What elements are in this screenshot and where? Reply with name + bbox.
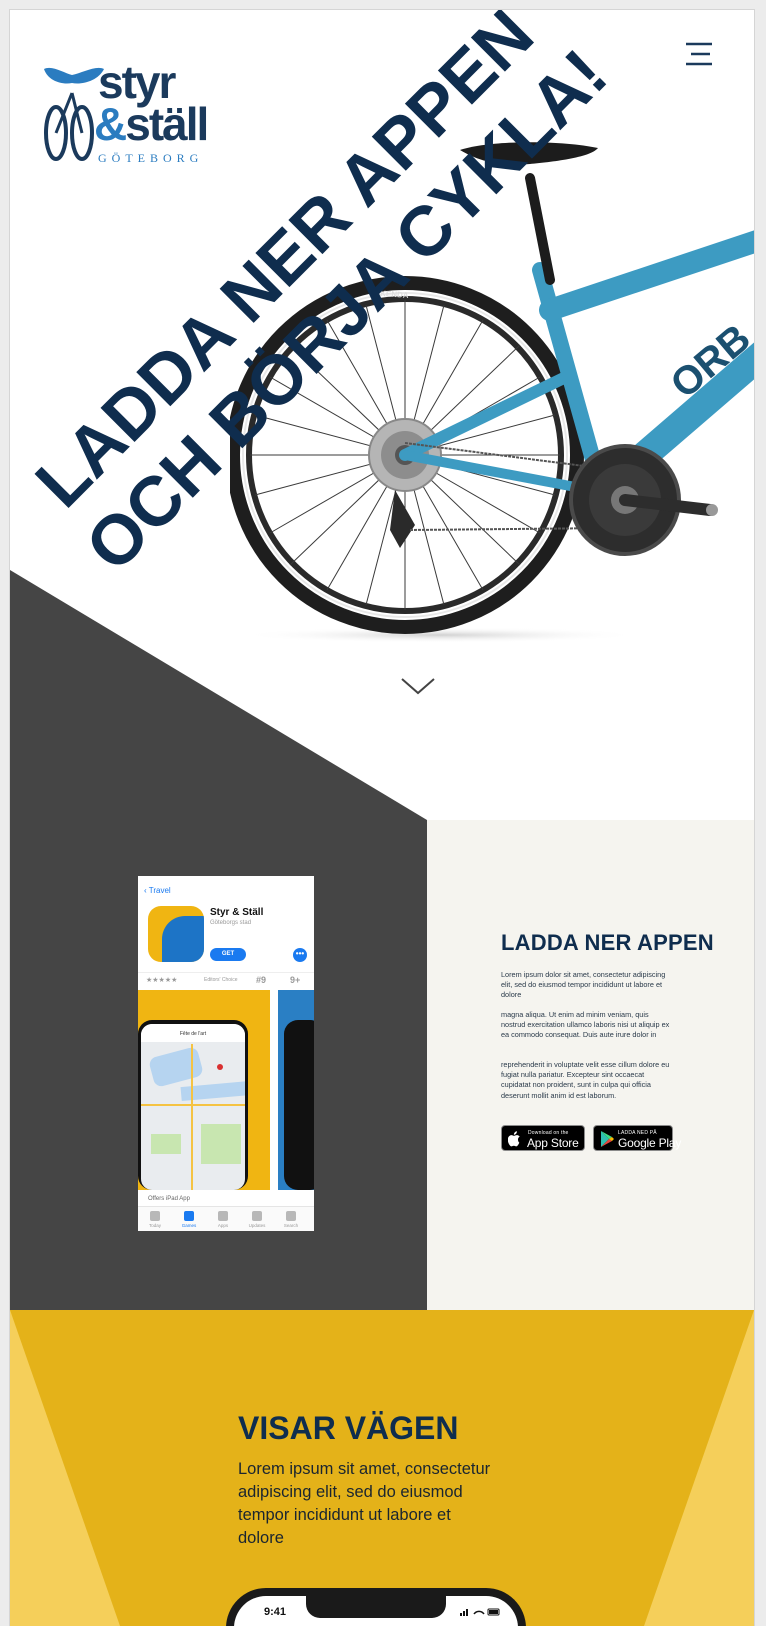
- download-section: LADDA NER APPEN Lorem ipsum dolor sit am…: [10, 570, 754, 1310]
- hamburger-menu-button[interactable]: [682, 40, 714, 68]
- phone-mockup: 9:41: [226, 1588, 526, 1626]
- download-paragraph-1: Lorem ipsum dolor sit amet, consectetur …: [501, 970, 666, 1000]
- app-store-screenshot: ‹ Travel Styr & Ställ Göteborgs stad GET…: [138, 876, 314, 1231]
- tab-apps: Apps: [208, 1211, 238, 1228]
- app-store-label: App Store: [527, 1136, 579, 1150]
- app-store-back-link: ‹ Travel: [144, 886, 171, 895]
- logo-ampersand: &: [94, 98, 127, 150]
- google-play-icon: [601, 1131, 614, 1147]
- offers-ipad-app: Offers iPad App: [148, 1196, 190, 1202]
- logo-word-stall: &ställ: [94, 97, 209, 151]
- visar-vagen-text: Lorem ipsum sit amet, consectetur adipis…: [238, 1460, 491, 1547]
- tab-games: Games: [174, 1211, 204, 1228]
- download-paragraph-3: reprehenderit in voluptate velit esse ci…: [501, 1060, 670, 1100]
- tab-search: Search: [276, 1211, 306, 1228]
- app-screenshot-2: [278, 990, 314, 1190]
- map-header: Fête de l'art: [141, 1024, 245, 1042]
- apple-icon: [508, 1131, 520, 1147]
- app-icon: [148, 906, 204, 962]
- logo-word-stall-text: ställ: [125, 98, 209, 150]
- app-subtitle: Göteborgs stad: [210, 920, 252, 926]
- app-stats-row: ★★★★★ Editors' Choice #9 9+: [138, 972, 314, 988]
- app-store-badge[interactable]: Download on the App Store: [501, 1125, 585, 1151]
- editors-choice: Editors' Choice: [204, 977, 238, 983]
- logo-city: GÖTEBORG: [98, 151, 204, 165]
- app-store-back-label: Travel: [148, 886, 171, 895]
- tab-updates: Updates: [242, 1211, 272, 1228]
- rank: #9: [256, 975, 267, 985]
- rating-stars: ★★★★★: [146, 977, 178, 984]
- brand-logo[interactable]: styr &ställ GÖTEBORG: [42, 55, 232, 173]
- hamburger-icon: [686, 42, 712, 66]
- download-panel: LADDA NER APPEN Lorem ipsum dolor sit am…: [427, 820, 754, 1310]
- visar-vagen-section: VISAR VÄGEN Lorem ipsum sit amet, consec…: [10, 1310, 754, 1626]
- page: KENDA ORB styr &ställ GÖTEBORG LADDA NER…: [10, 10, 754, 1626]
- download-title: LADDA NER APPEN: [501, 930, 714, 955]
- google-play-badge[interactable]: LADDA NED PÅ Google Play: [593, 1125, 681, 1151]
- google-play-label: Google Play: [618, 1136, 682, 1150]
- status-icons: [460, 1608, 500, 1616]
- app-screenshot-1: Fête de l'art: [138, 990, 270, 1190]
- visar-vagen-title: VISAR VÄGEN: [238, 1410, 459, 1446]
- age-rating: 9+: [290, 975, 301, 985]
- app-name: Styr & Ställ: [210, 907, 264, 918]
- more-button: •••: [293, 948, 307, 962]
- download-paragraph-2: magna aliqua. Ut enim ad minim veniam, q…: [501, 1010, 670, 1040]
- get-button: GET: [210, 948, 246, 961]
- phone-notch: [306, 1594, 446, 1618]
- phone-time: 9:41: [264, 1606, 287, 1618]
- tab-today: Today: [140, 1211, 170, 1228]
- app-store-tab-bar: Today Games Apps Updates Search: [138, 1206, 314, 1231]
